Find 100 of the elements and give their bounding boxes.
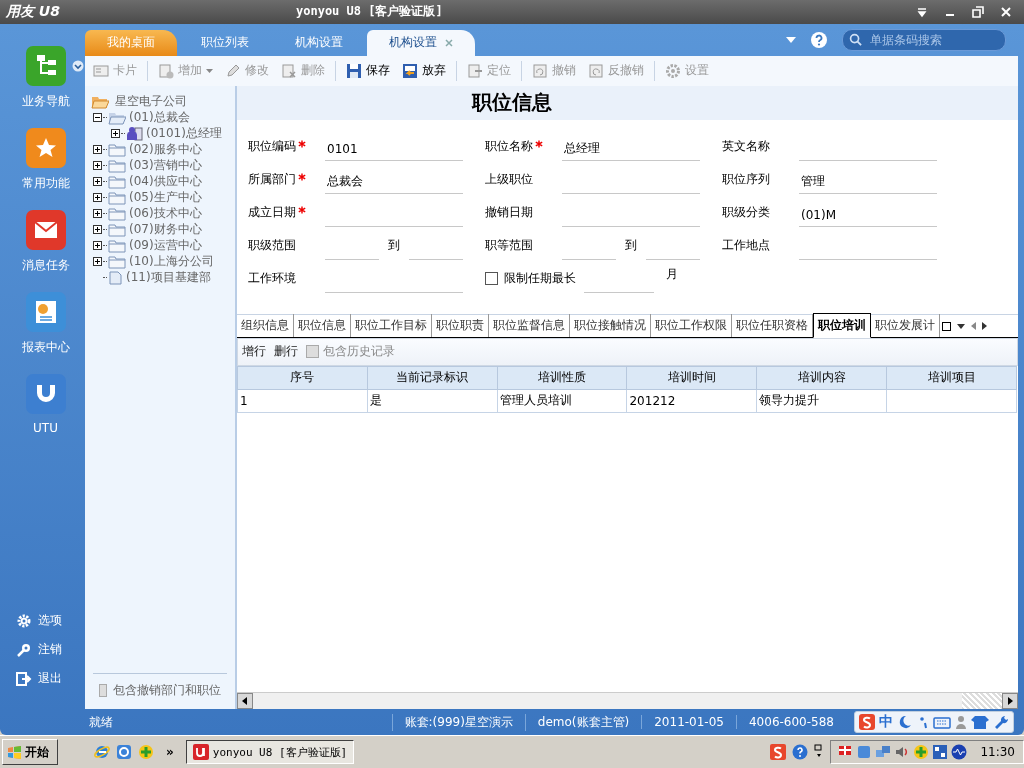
wave-icon[interactable] [951, 744, 968, 761]
scroll-right-icon[interactable] [982, 322, 987, 331]
nav-link[interactable]: 注销 [16, 641, 85, 659]
field-label: 上级职位 [485, 171, 533, 186]
open-folder-icon [108, 110, 126, 126]
nav-item[interactable]: 业务导航 [21, 45, 70, 110]
tree-item[interactable]: (09)运营中心 [127, 237, 202, 255]
tab[interactable]: 职位工作权限 [651, 313, 732, 337]
column-header[interactable]: 培训性质 [497, 366, 627, 390]
expand-icon[interactable] [93, 257, 102, 267]
nav-link[interactable]: 退出 [16, 670, 85, 688]
column-header[interactable]: 当前记录标识 [367, 366, 498, 390]
start-button[interactable]: 开始 [2, 739, 58, 766]
nav-item[interactable]: 报表中心 [21, 291, 70, 356]
search-icon [849, 33, 862, 47]
tree-item[interactable]: (0101)总经理 [144, 125, 222, 143]
tab[interactable]: 职位信息 [294, 313, 351, 337]
nav-link[interactable]: 选项 [16, 612, 85, 630]
checkbox[interactable] [485, 271, 498, 285]
checkbox[interactable] [99, 684, 107, 698]
dropdown-icon[interactable] [957, 323, 965, 329]
expand-icon[interactable] [93, 161, 102, 171]
expand-icon[interactable] [93, 209, 102, 219]
checkbox-label: 包含撤销部门和职位 [113, 682, 221, 700]
folder-icon [108, 190, 126, 206]
tab[interactable]: 职位工作目标 [351, 313, 432, 337]
plus-icon[interactable] [138, 744, 154, 761]
form-title: 职位信息 [472, 89, 552, 117]
scrollbar-thumb[interactable] [962, 693, 1002, 710]
search-field[interactable]: 单据条码搜索 [868, 31, 992, 48]
tree-item[interactable]: (02)服务中心 [127, 141, 202, 159]
expand-icon[interactable] [93, 225, 102, 235]
dropdown-icon[interactable] [71, 59, 84, 72]
expand-icon[interactable] [93, 177, 102, 187]
tree-item[interactable]: (04)供应中心 [127, 173, 202, 191]
app-icon[interactable] [116, 744, 132, 761]
tree-item[interactable]: (05)生产中心 [127, 189, 202, 207]
ime-toolbar[interactable]: 中 [854, 711, 1014, 734]
expand-icon[interactable] [111, 129, 120, 139]
tab[interactable]: 职位职责 [432, 313, 489, 337]
toolbar-button[interactable]: 放弃 [400, 62, 448, 80]
more-button[interactable]: » [160, 745, 180, 760]
expand-icon[interactable] [93, 145, 102, 155]
tab[interactable]: 职位发展计 [871, 313, 940, 337]
nav-item[interactable]: UTU [25, 373, 66, 435]
browser-icon[interactable] [94, 744, 110, 761]
expand-icon[interactable] [93, 193, 102, 203]
clock: 11:30 [979, 745, 1015, 760]
column-header[interactable]: 培训时间 [627, 366, 757, 390]
checkbox[interactable] [306, 345, 319, 359]
field-label: 成立日期 [248, 204, 296, 219]
app-icon[interactable] [932, 744, 949, 761]
scroll-left-icon[interactable] [237, 693, 253, 710]
tree-item[interactable]: (06)技术中心 [127, 205, 202, 223]
column-header[interactable]: 序号 [237, 366, 368, 390]
horizontal-scrollbar[interactable] [237, 692, 1018, 710]
tree-item[interactable]: (10)上海分公司 [127, 253, 214, 271]
status-text: 账套:(999)星空演示 [391, 713, 525, 731]
toolbar-button[interactable]: 增行 [242, 343, 266, 361]
toolbar-button[interactable]: 保存 [344, 62, 392, 80]
tab[interactable]: 机构设置 [367, 29, 475, 56]
field-label: 职级范围 [248, 236, 297, 254]
range-separator: 到 [624, 236, 638, 254]
ime-mode[interactable]: 中 [879, 713, 893, 732]
field-label: 撤销日期 [485, 204, 533, 219]
ime-logo-icon[interactable] [770, 744, 787, 761]
collapse-icon[interactable] [93, 113, 102, 123]
expand-icon[interactable] [93, 241, 102, 251]
tab[interactable]: 职位培训 [813, 312, 871, 338]
status-text: 2011-01-05 [641, 715, 736, 730]
field-label: 职级分类 [722, 204, 770, 219]
tree-item[interactable]: (07)财务中心 [127, 221, 202, 239]
help-icon[interactable] [810, 30, 828, 49]
tree-item[interactable]: (01)总裁会 [127, 109, 190, 127]
nav-item[interactable]: 常用功能 [21, 127, 70, 192]
tab[interactable]: 职位接触情况 [570, 313, 651, 337]
pencil-icon [225, 62, 241, 79]
toolbar-button[interactable]: 删行 [274, 343, 298, 361]
field-label: 工作地点 [722, 237, 770, 252]
range-separator: 到 [387, 236, 401, 254]
tree-item[interactable]: (03)营销中心 [127, 157, 202, 175]
scroll-right-icon[interactable] [1002, 693, 1018, 710]
nav-item[interactable]: 消息任务 [21, 209, 70, 274]
tab[interactable]: 职位监督信息 [489, 313, 570, 337]
tree-item[interactable]: (11)项目基建部 [124, 269, 211, 287]
search-field[interactable]: 单据条码搜索 [842, 28, 1006, 51]
field-label: 英文名称 [722, 138, 770, 153]
menu-icon[interactable] [916, 5, 928, 18]
nav-label: 报表中心 [21, 338, 70, 356]
tree-item[interactable]: 星空电子公司 [113, 93, 187, 111]
column-header[interactable]: 培训内容 [756, 366, 887, 390]
help-icon[interactable] [792, 744, 809, 761]
column-header[interactable]: 培训项目 [886, 366, 1017, 390]
windows-logo-icon [7, 744, 22, 760]
tab[interactable]: 机构设置 [273, 29, 365, 56]
restore-icon[interactable] [972, 5, 984, 18]
taskbar-window-button[interactable]: yonyou U8 [客户验证版] [185, 740, 355, 765]
tab[interactable]: 职位列表 [179, 29, 271, 56]
tab[interactable]: 组织信息 [237, 313, 294, 337]
folder-icon [108, 174, 126, 190]
